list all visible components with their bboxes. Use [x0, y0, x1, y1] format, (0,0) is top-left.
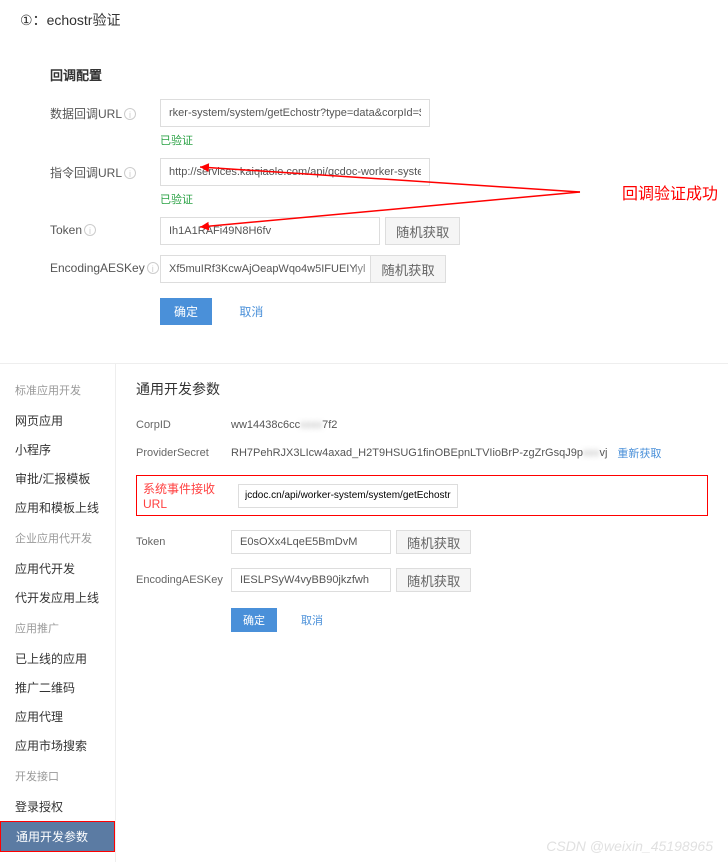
- submit2-button[interactable]: 确定: [231, 608, 277, 632]
- page-header: ①：echostr验证: [0, 0, 728, 40]
- cancel2-button[interactable]: 取消: [287, 607, 337, 633]
- aes-label: EncodingAESKeyi: [50, 255, 160, 275]
- refresh-link[interactable]: 重新获取: [617, 445, 661, 461]
- params-title: 通用开发参数: [136, 379, 708, 399]
- cmd-url-label: 指令回调URLi: [50, 158, 160, 181]
- sidebar-item-publish[interactable]: 应用和模板上线: [0, 493, 115, 522]
- sidebar-item-general-params[interactable]: 通用开发参数: [0, 821, 115, 852]
- aes2-input[interactable]: [231, 568, 391, 592]
- random-token2-button[interactable]: 随机获取: [396, 530, 471, 554]
- event-url-input[interactable]: [238, 484, 458, 508]
- section-title: 回调配置: [50, 65, 678, 84]
- token2-label: Token: [136, 536, 231, 548]
- sidebar-item-qr[interactable]: 推广二维码: [0, 673, 115, 702]
- aes2-label: EncodingAESKey: [136, 574, 231, 586]
- sidebar-group: 企业应用代开发: [0, 522, 115, 554]
- info-icon: i: [124, 108, 136, 120]
- sidebar-item-web[interactable]: 网页应用: [0, 406, 115, 435]
- data-url-input[interactable]: [160, 99, 430, 127]
- corpid-label: CorpID: [136, 419, 231, 431]
- aes-input[interactable]: [160, 255, 380, 283]
- random-token-button[interactable]: 随机获取: [385, 217, 460, 245]
- random-aes2-button[interactable]: 随机获取: [396, 568, 471, 592]
- sidebar-item-miniapp[interactable]: 小程序: [0, 435, 115, 464]
- sidebar-item-login[interactable]: 登录授权: [0, 792, 115, 821]
- header-title: echostr验证: [47, 12, 121, 28]
- verified-badge: 已验证: [160, 191, 678, 207]
- aes-suffix: lyl: [355, 263, 365, 275]
- sidebar-item-dev[interactable]: 应用代开发: [0, 554, 115, 583]
- sidebar: 标准应用开发 网页应用 小程序 审批/汇报模板 应用和模板上线 企业应用代开发 …: [0, 364, 115, 862]
- secret-label: ProviderSecret: [136, 447, 231, 459]
- event-url-label: 系统事件接收URL: [143, 480, 238, 511]
- sidebar-item-devpub[interactable]: 代开发应用上线: [0, 583, 115, 612]
- token2-input[interactable]: [231, 530, 391, 554]
- token-input[interactable]: [160, 217, 380, 245]
- sidebar-item-approval[interactable]: 审批/汇报模板: [0, 464, 115, 493]
- sidebar-item-search[interactable]: 应用市场搜索: [0, 731, 115, 760]
- secret-value: RH7PehRJX3LIcw4axad_H2T9HSUG1finOBEpnLTV…: [231, 447, 607, 459]
- submit-button[interactable]: 确定: [160, 298, 212, 325]
- sidebar-group: 开发接口: [0, 760, 115, 792]
- info-icon: i: [84, 224, 96, 236]
- verified-badge: 已验证: [160, 132, 678, 148]
- cmd-url-input[interactable]: [160, 158, 430, 186]
- watermark: CSDN @weixin_45198965: [546, 838, 713, 854]
- annotation-text: 回调验证成功: [622, 180, 718, 204]
- cancel-button[interactable]: 取消: [225, 298, 277, 325]
- callback-config-section: 回调配置 数据回调URLi 已验证 指令回调URLi 已验证 Tokeni 随机…: [0, 40, 728, 363]
- bottom-container: 标准应用开发 网页应用 小程序 审批/汇报模板 应用和模板上线 企业应用代开发 …: [0, 363, 728, 862]
- sidebar-item-agent[interactable]: 应用代理: [0, 702, 115, 731]
- random-aes-button[interactable]: 随机获取: [370, 255, 445, 283]
- event-url-highlight: 系统事件接收URL: [136, 475, 708, 516]
- info-icon: i: [147, 262, 159, 274]
- step-number: ①：: [20, 10, 47, 30]
- token-label: Tokeni: [50, 217, 160, 237]
- sidebar-group: 标准应用开发: [0, 374, 115, 406]
- data-url-label: 数据回调URLi: [50, 99, 160, 122]
- info-icon: i: [124, 167, 136, 179]
- sidebar-item-online[interactable]: 已上线的应用: [0, 644, 115, 673]
- sidebar-group: 应用推广: [0, 612, 115, 644]
- main-content: 通用开发参数 CorpID ww14438c6ccxxxx7f2 Provide…: [115, 364, 728, 862]
- corpid-value: ww14438c6ccxxxx7f2: [231, 419, 337, 431]
